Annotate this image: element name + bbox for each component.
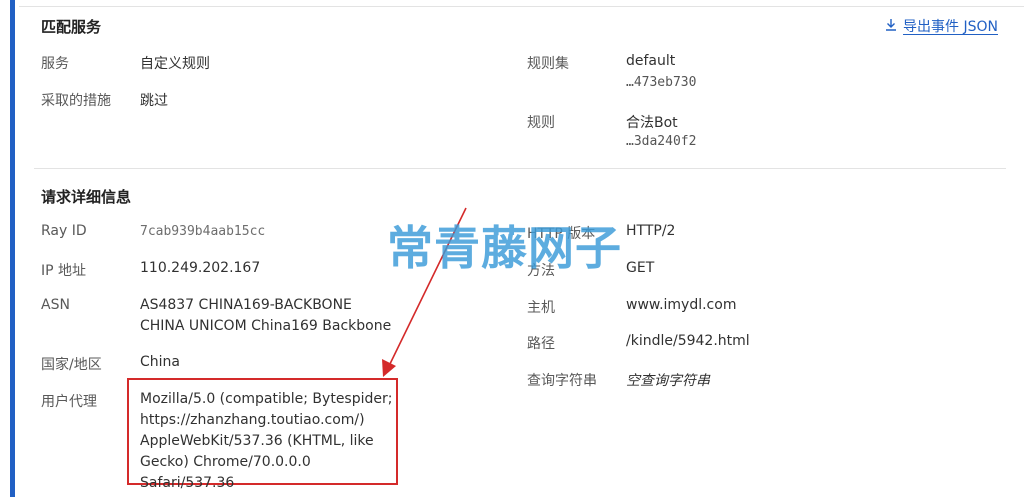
ruleset-label: 规则集 [527, 56, 569, 72]
export-json-label: 导出事件 JSON [903, 19, 998, 35]
ray-id-value: 7cab939b4aab15cc [140, 224, 266, 239]
top-border [19, 0, 1024, 7]
query-label: 查询字符串 [527, 373, 597, 389]
user-agent-line-2: https://zhanzhang.toutiao.com/) [140, 412, 365, 428]
asn-label: ASN [41, 297, 70, 313]
action-label: 采取的措施 [41, 93, 111, 109]
user-agent-line-1: Mozilla/5.0 (compatible; Bytespider; [140, 391, 393, 407]
ip-value: 110.249.202.167 [140, 260, 261, 276]
export-json-button[interactable]: 导出事件 JSON [885, 16, 998, 36]
ruleset-id: …473eb730 [626, 75, 697, 90]
ruleset-value: default [626, 53, 676, 69]
query-value: 空查询字符串 [626, 373, 710, 389]
user-agent-line-4: Gecko) Chrome/70.0.0.0 Safari/537.36 [140, 454, 311, 491]
path-value: /kindle/5942.html [626, 333, 750, 349]
service-value: 自定义规则 [140, 56, 210, 72]
rule-id: …3da240f2 [626, 134, 697, 149]
asn-line-2: CHINA UNICOM China169 Backbone [140, 318, 392, 334]
accent-bar [10, 0, 15, 497]
ip-label: IP 地址 [41, 263, 87, 279]
country-label: 国家/地区 [41, 357, 102, 373]
action-value: 跳过 [140, 93, 168, 109]
country-value: China [140, 354, 180, 370]
path-label: 路径 [527, 336, 555, 352]
section-title-request-details: 请求详细信息 [41, 188, 132, 206]
section-divider [34, 168, 1006, 169]
user-agent-value: Mozilla/5.0 (compatible; Bytespider; htt… [140, 389, 400, 494]
download-icon [885, 18, 897, 35]
service-label: 服务 [41, 56, 69, 72]
user-agent-label: 用户代理 [41, 394, 97, 410]
watermark-text: 常青藤网子 [387, 221, 622, 275]
method-value: GET [626, 260, 655, 276]
rule-value: 合法Bot [626, 115, 678, 131]
rule-label: 规则 [527, 115, 555, 131]
section-title-match-service: 匹配服务 [41, 18, 102, 36]
host-value: www.imydl.com [626, 297, 737, 313]
ray-id-label: Ray ID [41, 223, 87, 239]
asn-line-1: AS4837 CHINA169-BACKBONE [140, 297, 352, 313]
http-version-value: HTTP/2 [626, 223, 676, 239]
user-agent-line-3: AppleWebKit/537.36 (KHTML, like [140, 433, 374, 449]
host-label: 主机 [527, 300, 555, 316]
